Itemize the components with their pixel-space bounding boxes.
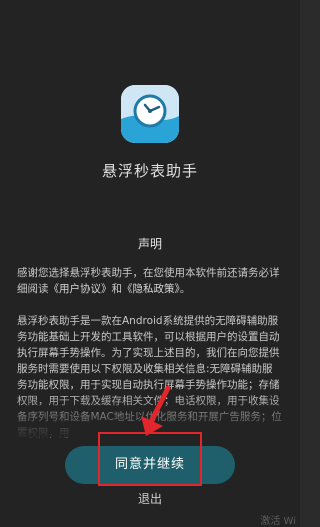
- user-agreement-link[interactable]: 《用户协议》: [49, 283, 112, 295]
- activation-watermark: 激活 Wi: [260, 516, 296, 527]
- statement-intro-end: 。: [179, 283, 191, 295]
- statement-intro-and: 和: [111, 283, 123, 295]
- statement-title: 声明: [137, 237, 162, 251]
- text-fade: [0, 392, 300, 437]
- statement-intro: 感谢您选择悬浮秒表助手，在您使用本软件前还请务必详细阅读《用户协议》和《隐私政策…: [17, 265, 283, 297]
- app-name: 悬浮秒表助手: [101, 162, 198, 180]
- consent-dialog: 悬浮秒表助手 声明 感谢您选择悬浮秒表助手，在您使用本软件前还请务必详细阅读《用…: [0, 0, 300, 527]
- agree-continue-button[interactable]: 同意并继续: [65, 446, 235, 484]
- privacy-policy-link[interactable]: 《隐私政策》: [122, 283, 180, 295]
- exit-button[interactable]: 退出: [0, 490, 300, 507]
- stopwatch-icon: [121, 85, 179, 143]
